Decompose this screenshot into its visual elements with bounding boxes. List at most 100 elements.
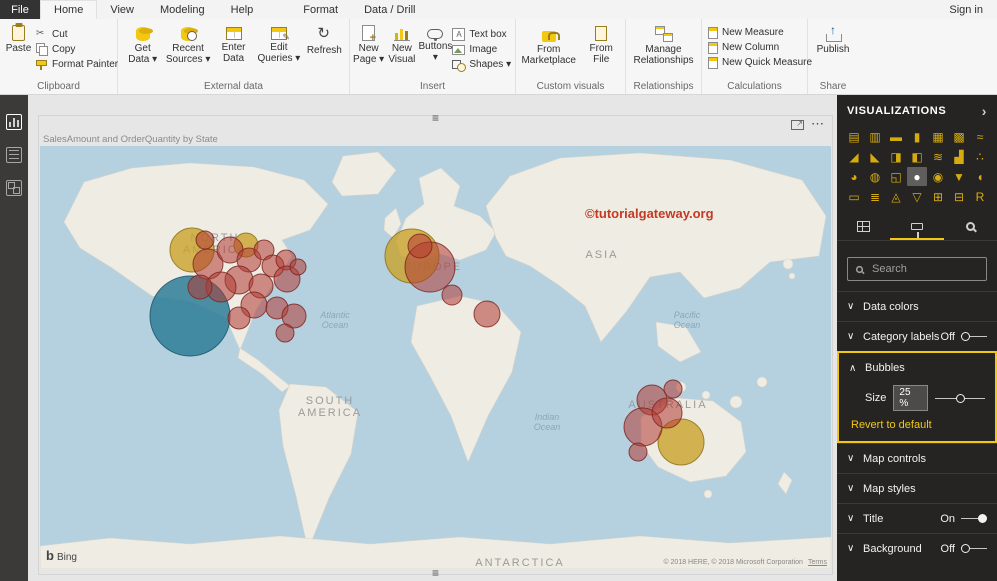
section-map-styles[interactable]: ∨ Map styles [837, 473, 997, 503]
pie-chart-icon[interactable]: ◕ [844, 167, 864, 186]
new-visual-button[interactable]: New Visual [385, 23, 418, 78]
image-button[interactable]: Image [452, 42, 513, 57]
background-toggle[interactable] [961, 543, 987, 555]
gauge-icon[interactable]: ◖ [970, 167, 990, 186]
map-visual-container[interactable]: ≡ ⋯ SalesAmount and OrderQuantity by Sta… [38, 115, 833, 575]
funnel-icon[interactable]: ▼ [949, 167, 969, 186]
area-chart-icon[interactable]: ◢ [844, 147, 864, 166]
filled-map-icon[interactable]: ◉ [928, 167, 948, 186]
tab-format[interactable] [890, 214, 943, 240]
100-stacked-bar-chart-icon[interactable]: ▦ [928, 127, 948, 146]
format-search-box[interactable] [847, 257, 987, 281]
map-bubble-red[interactable] [629, 443, 647, 461]
sign-in-button[interactable]: Sign in [935, 0, 997, 19]
line-and-stacked-column-chart-icon[interactable]: ◨ [886, 147, 906, 166]
size-slider[interactable] [935, 393, 985, 404]
report-view-button[interactable] [0, 107, 28, 137]
map-icon[interactable]: ● [907, 167, 927, 186]
visual-drag-handle-bottom[interactable]: ≡ [432, 568, 439, 578]
section-background[interactable]: ∨ Background Off [837, 533, 997, 563]
more-options-icon[interactable]: ⋯ [811, 116, 825, 132]
map-bubble-red[interactable] [276, 324, 294, 342]
scatter-chart-icon[interactable]: ∴ [970, 147, 990, 166]
map-bubble-red[interactable] [290, 259, 306, 275]
size-value-field[interactable]: 25 % [893, 385, 928, 411]
bing-map[interactable]: NORTHAMERICASOUTHAMERICAEUROPEASIAAUSTRA… [40, 146, 831, 569]
map-bubble-red[interactable] [196, 231, 214, 249]
category-labels-toggle[interactable] [961, 331, 987, 343]
tab-fields[interactable] [837, 214, 890, 240]
map-bubble-red[interactable] [188, 275, 212, 299]
tab-home[interactable]: Home [40, 0, 97, 19]
model-view-button[interactable] [0, 173, 28, 203]
100-stacked-column-chart-icon[interactable]: ▩ [949, 127, 969, 146]
paste-button[interactable]: Paste [2, 23, 35, 78]
new-measure-button[interactable]: New Measure [708, 25, 807, 40]
r-script-visual-icon[interactable]: R [970, 187, 990, 206]
card-icon[interactable]: ▭ [844, 187, 864, 206]
clustered-column-chart-icon[interactable]: ▮ [907, 127, 927, 146]
clustered-bar-chart-icon[interactable]: ▬ [886, 127, 906, 146]
new-page-button[interactable]: New Page ▾ [352, 23, 385, 78]
map-bubble-red[interactable] [228, 307, 250, 329]
buttons-button[interactable]: Buttons ▾ [418, 23, 452, 78]
shapes-button[interactable]: Shapes ▾ [452, 57, 513, 72]
tab-format[interactable]: Format [290, 0, 351, 19]
map-bubble-red[interactable] [474, 301, 500, 327]
search-input[interactable] [870, 262, 979, 276]
file-menu-tab[interactable]: File [0, 0, 40, 19]
report-canvas[interactable]: ≡ ⋯ SalesAmount and OrderQuantity by Sta… [28, 95, 837, 581]
copy-button[interactable]: Copy [35, 42, 115, 57]
publish-button[interactable]: Publish [811, 23, 855, 78]
section-map-controls[interactable]: ∨ Map controls [837, 443, 997, 473]
enter-data-button[interactable]: Enter Data [211, 23, 256, 78]
text-box-button[interactable]: Text box [452, 27, 513, 42]
recent-sources-button[interactable]: Recent Sources ▾ [165, 23, 210, 78]
section-category-labels[interactable]: ∨ Category labels Off [837, 321, 997, 351]
slider-knob[interactable] [956, 394, 965, 403]
line-chart-icon[interactable]: ≈ [970, 127, 990, 146]
manage-relationships-button[interactable]: Manage Relationships [629, 23, 699, 78]
ribbon-chart-icon[interactable]: ≋ [928, 147, 948, 166]
treemap-icon[interactable]: ◱ [886, 167, 906, 186]
cut-button[interactable]: Cut [35, 27, 115, 42]
tab-help[interactable]: Help [218, 0, 267, 19]
get-data-button[interactable]: Get Data ▾ [120, 23, 165, 78]
map-bubble-red[interactable] [664, 380, 682, 398]
section-data-colors[interactable]: ∨ Data colors [837, 291, 997, 321]
line-and-clustered-column-chart-icon[interactable]: ◧ [907, 147, 927, 166]
tab-data-drill[interactable]: Data / Drill [351, 0, 428, 19]
stacked-area-chart-icon[interactable]: ◣ [865, 147, 885, 166]
format-painter-button[interactable]: Format Painter [35, 57, 115, 72]
section-bubbles[interactable]: ∧ Bubbles [839, 353, 995, 383]
new-quick-measure-button[interactable]: New Quick Measure [708, 55, 807, 70]
visual-drag-handle-top[interactable]: ≡ [432, 113, 439, 123]
from-file-button[interactable]: From File [579, 23, 623, 78]
refresh-button[interactable]: Refresh [302, 23, 347, 78]
focus-mode-icon[interactable] [791, 120, 804, 130]
map-bubble-red[interactable] [652, 398, 682, 428]
map-bubble-red[interactable] [442, 285, 462, 305]
tab-modeling[interactable]: Modeling [147, 0, 218, 19]
data-view-button[interactable] [0, 140, 28, 170]
slicer-icon[interactable]: ▽ [907, 187, 927, 206]
collapse-pane-icon[interactable]: › [982, 106, 987, 116]
edit-queries-button[interactable]: Edit Queries ▾ [256, 23, 301, 78]
section-title[interactable]: ∨ Title On [837, 503, 997, 533]
stacked-column-chart-icon[interactable]: ▥ [865, 127, 885, 146]
multi-row-card-icon[interactable]: ≣ [865, 187, 885, 206]
waterfall-chart-icon[interactable]: ▟ [949, 147, 969, 166]
donut-chart-icon[interactable]: ◍ [865, 167, 885, 186]
terms-link[interactable]: Terms [808, 559, 827, 566]
kpi-icon[interactable]: ◬ [886, 187, 906, 206]
bing-logo[interactable]: b Bing [46, 548, 77, 563]
matrix-icon[interactable]: ⊟ [949, 187, 969, 206]
stacked-bar-chart-icon[interactable]: ▤ [844, 127, 864, 146]
map-bubble-red[interactable] [408, 234, 432, 258]
tab-analytics[interactable] [944, 214, 997, 240]
new-column-button[interactable]: New Column [708, 40, 807, 55]
tab-view[interactable]: View [97, 0, 147, 19]
revert-to-default-link[interactable]: Revert to default [839, 419, 995, 441]
table-icon[interactable]: ⊞ [928, 187, 948, 206]
from-marketplace-button[interactable]: From Marketplace [518, 23, 579, 78]
